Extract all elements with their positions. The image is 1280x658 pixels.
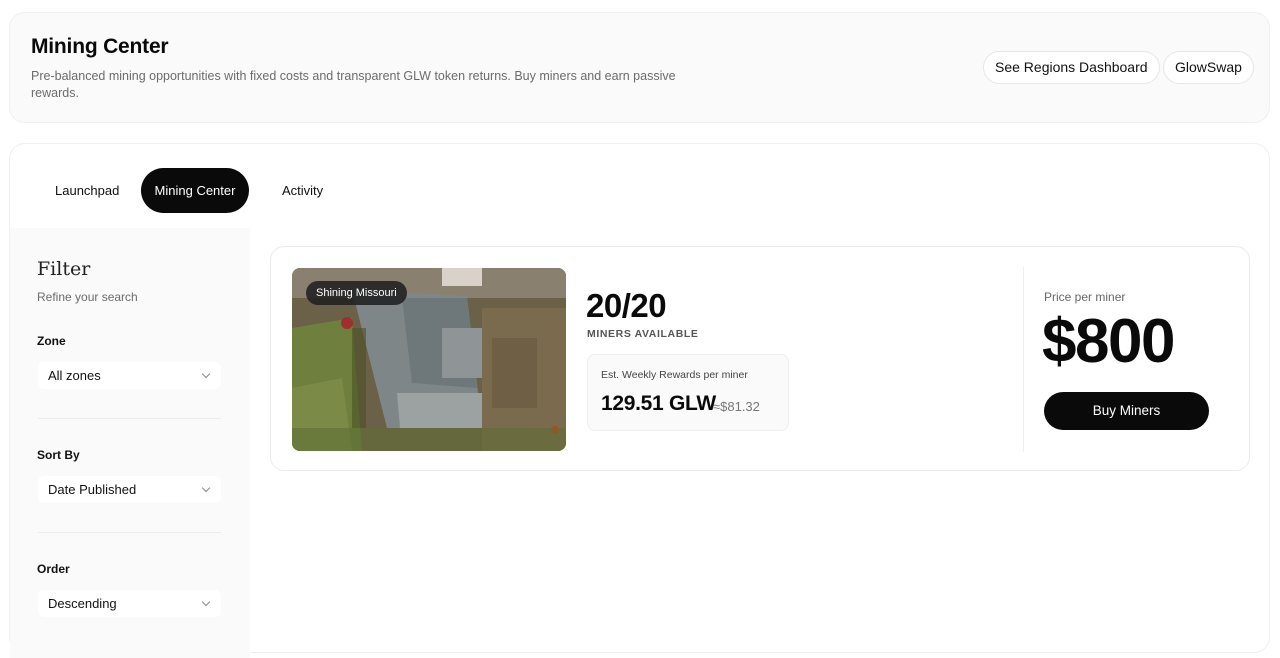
chevron-down-icon (201, 369, 211, 379)
chevron-down-icon (201, 483, 211, 493)
page-description: Pre-balanced mining opportunities with f… (31, 69, 676, 100)
tab-activity[interactable]: Activity (268, 168, 337, 213)
divider (38, 418, 221, 419)
divider (1023, 267, 1024, 452)
see-regions-dashboard-button[interactable]: See Regions Dashboard (983, 51, 1160, 84)
glowswap-button[interactable]: GlowSwap (1163, 51, 1254, 84)
price-value: $800 (1042, 307, 1175, 376)
sort-label: Sort By (37, 448, 80, 462)
sort-select-value: Date Published (48, 482, 137, 497)
sort-select[interactable]: Date Published (38, 476, 221, 503)
divider (38, 532, 221, 533)
main-card: Launchpad Mining Center Activity Filter … (9, 143, 1270, 658)
miners-available-label: MINERS AVAILABLE (587, 328, 699, 340)
filter-title: Filter (37, 258, 91, 280)
order-select-value: Descending (48, 596, 117, 611)
price-label: Price per miner (1044, 290, 1126, 304)
region-badge: Shining Missouri (306, 281, 407, 305)
reward-glw-value: 129.51 GLW (601, 392, 716, 415)
miners-count: 20/20 (586, 287, 667, 324)
reward-usd-value: ≈$81.32 (713, 399, 760, 414)
zone-select[interactable]: All zones (38, 362, 221, 389)
listing-card[interactable]: Shining Missouri 20/20 MINERS AVAILABLE … (270, 246, 1250, 471)
order-label: Order (37, 562, 70, 576)
header-card: Mining Center Pre-balanced mining opport… (9, 12, 1270, 123)
chevron-down-icon (201, 597, 211, 607)
tab-mining-center[interactable]: Mining Center (141, 168, 249, 213)
zone-label: Zone (37, 334, 66, 348)
site-photo: Shining Missouri (292, 268, 566, 451)
reward-box: Est. Weekly Rewards per miner 129.51 GLW… (587, 354, 789, 431)
page-title: Mining Center (31, 35, 169, 58)
filter-subtitle: Refine your search (37, 290, 138, 304)
buy-miners-button[interactable]: Buy Miners (1044, 392, 1209, 430)
reward-title: Est. Weekly Rewards per miner (601, 369, 748, 381)
tab-launchpad[interactable]: Launchpad (41, 168, 133, 213)
order-select[interactable]: Descending (38, 590, 221, 617)
zone-select-value: All zones (48, 368, 101, 383)
filter-panel: Filter Refine your search Zone All zones… (10, 228, 250, 658)
